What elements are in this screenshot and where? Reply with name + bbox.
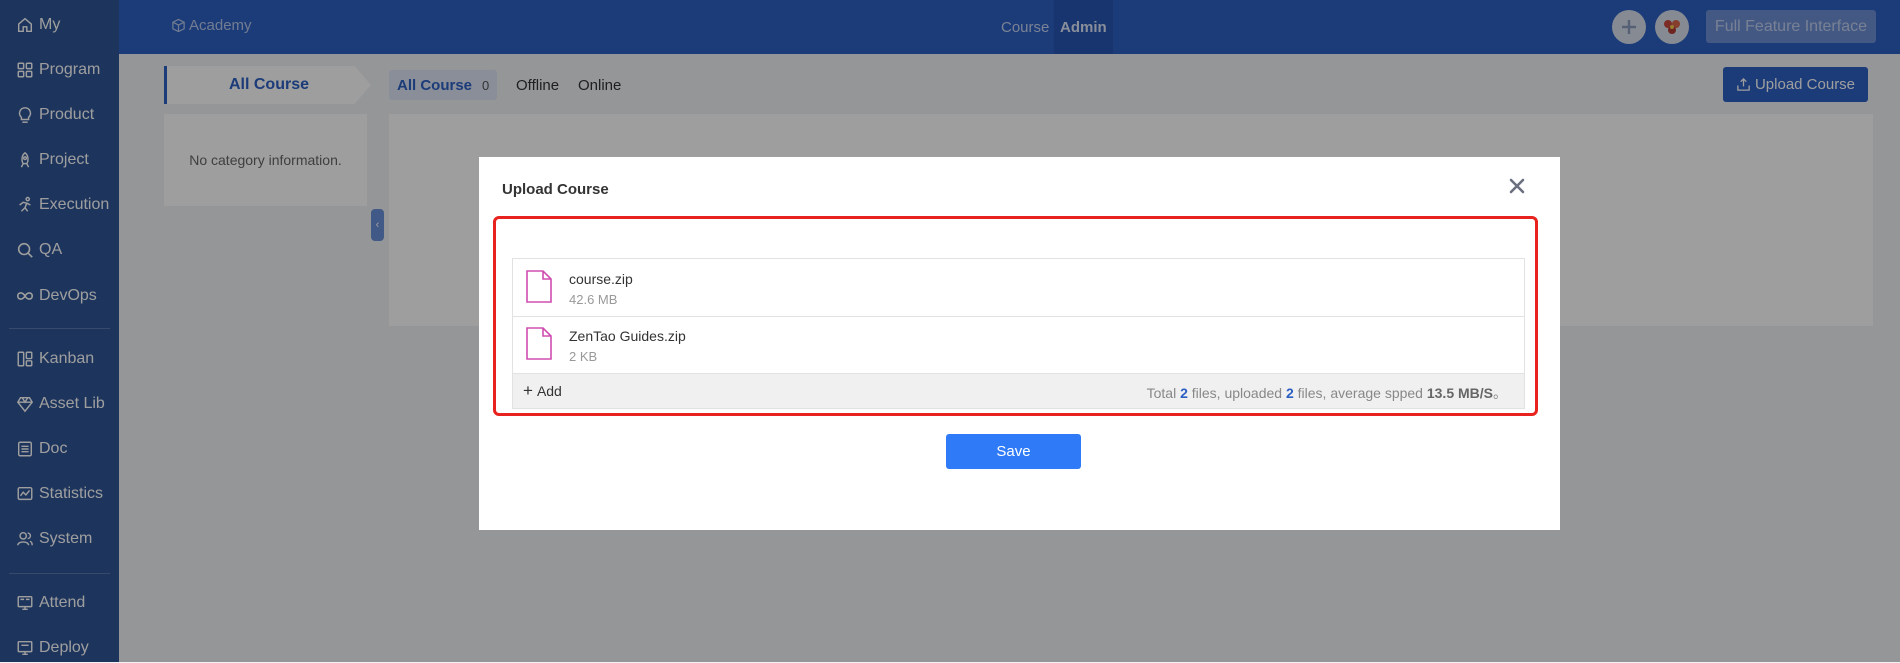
file-icon <box>526 327 552 360</box>
add-file-button[interactable]: + Add <box>523 381 562 400</box>
save-button[interactable]: Save <box>946 434 1081 469</box>
plus-icon: + <box>523 381 533 400</box>
list-item[interactable]: ZenTao Guides.zip 2 KB <box>513 316 1524 374</box>
add-label: Add <box>536 383 562 399</box>
summary-text: files, average spped <box>1297 385 1423 401</box>
summary-uploaded: 2 <box>1285 385 1294 401</box>
file-size: 2 KB <box>569 349 598 364</box>
file-name: course.zip <box>569 271 633 287</box>
summary-text: Total <box>1146 385 1177 401</box>
close-icon <box>1509 178 1525 194</box>
upload-course-modal: Upload Course course.zip 42.6 MB ZenTao … <box>479 157 1560 530</box>
summary-speed: 13.5 MB/S <box>1426 385 1493 401</box>
list-item[interactable]: course.zip 42.6 MB <box>513 259 1524 317</box>
file-list: course.zip 42.6 MB ZenTao Guides.zip 2 K… <box>512 258 1525 409</box>
file-icon <box>526 270 552 303</box>
close-button[interactable] <box>1505 174 1529 198</box>
summary-text: files, uploaded <box>1191 385 1283 401</box>
upload-summary: Total 2 files, uploaded 2 files, average… <box>1147 383 1507 403</box>
file-list-footer: + Add Total 2 files, uploaded 2 files, a… <box>513 374 1524 408</box>
modal-title: Upload Course <box>502 181 609 198</box>
file-size: 42.6 MB <box>569 292 618 307</box>
file-name: ZenTao Guides.zip <box>569 328 686 344</box>
summary-total: 2 <box>1180 385 1188 401</box>
summary-suffix: 。 <box>1493 385 1507 401</box>
